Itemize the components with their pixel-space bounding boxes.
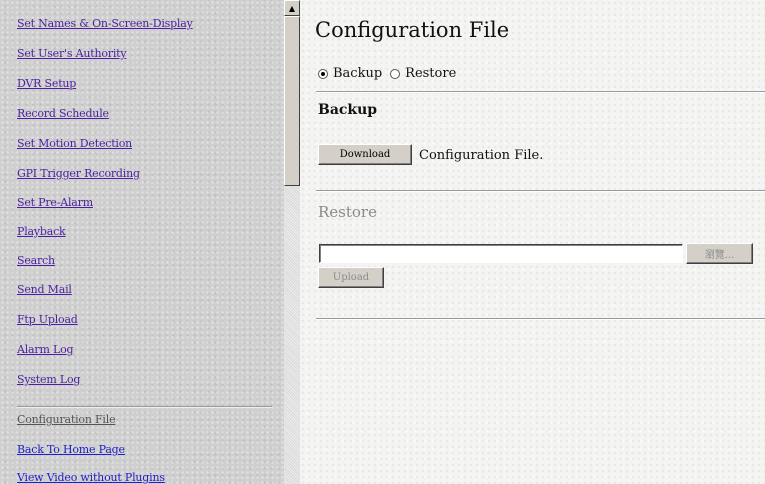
nav-search[interactable]: Search xyxy=(17,254,55,267)
nav-divider xyxy=(17,406,272,408)
nav-set-motion-detection[interactable]: Set Motion Detection xyxy=(17,137,132,150)
scroll-up-icon[interactable]: ▲ xyxy=(284,0,300,16)
nav-dvr-setup[interactable]: DVR Setup xyxy=(17,77,76,90)
nav-record-schedule[interactable]: Record Schedule xyxy=(17,107,109,120)
divider-top xyxy=(316,91,765,93)
radio-restore[interactable] xyxy=(390,68,401,79)
scroll-thumb[interactable] xyxy=(284,16,300,186)
radio-backup[interactable] xyxy=(318,68,328,79)
sidebar-nav: Set Names & On-Screen-Display Set User's… xyxy=(0,0,284,484)
browse-button[interactable]: 瀏覽... xyxy=(686,243,753,264)
divider-bottom xyxy=(316,318,765,320)
sidebar-scrollbar[interactable]: ▲ xyxy=(284,0,300,484)
radio-backup-label: Backup xyxy=(333,66,383,81)
nav-configuration-file[interactable]: Configuration File xyxy=(17,413,116,426)
divider-middle xyxy=(316,190,765,192)
nav-system-log[interactable]: System Log xyxy=(17,373,80,386)
restore-heading: Restore xyxy=(318,203,377,221)
restore-file-input[interactable] xyxy=(319,244,683,263)
nav-back-to-home[interactable]: Back To Home Page xyxy=(17,443,125,456)
download-button[interactable]: Download xyxy=(318,144,412,165)
backup-heading: Backup xyxy=(318,102,378,118)
radio-restore-label: Restore xyxy=(405,66,457,81)
nav-view-video-no-plugins[interactable]: View Video without Plugins xyxy=(17,471,165,484)
download-description: Configuration File. xyxy=(419,148,544,163)
mode-radio-group: Backup Restore xyxy=(318,66,464,81)
nav-playback[interactable]: Playback xyxy=(17,225,66,238)
main-panel: Configuration File Backup Restore Backup… xyxy=(300,0,765,484)
nav-gpi-trigger-recording[interactable]: GPI Trigger Recording xyxy=(17,167,140,180)
upload-button[interactable]: Upload xyxy=(318,267,384,288)
nav-ftp-upload[interactable]: Ftp Upload xyxy=(17,313,78,326)
page-title: Configuration File xyxy=(315,18,510,42)
nav-set-user-authority[interactable]: Set User's Authority xyxy=(17,47,127,60)
nav-alarm-log[interactable]: Alarm Log xyxy=(17,343,74,356)
nav-set-names-osd[interactable]: Set Names & On-Screen-Display xyxy=(17,17,193,30)
nav-send-mail[interactable]: Send Mail xyxy=(17,283,72,296)
nav-set-pre-alarm[interactable]: Set Pre-Alarm xyxy=(17,196,93,209)
